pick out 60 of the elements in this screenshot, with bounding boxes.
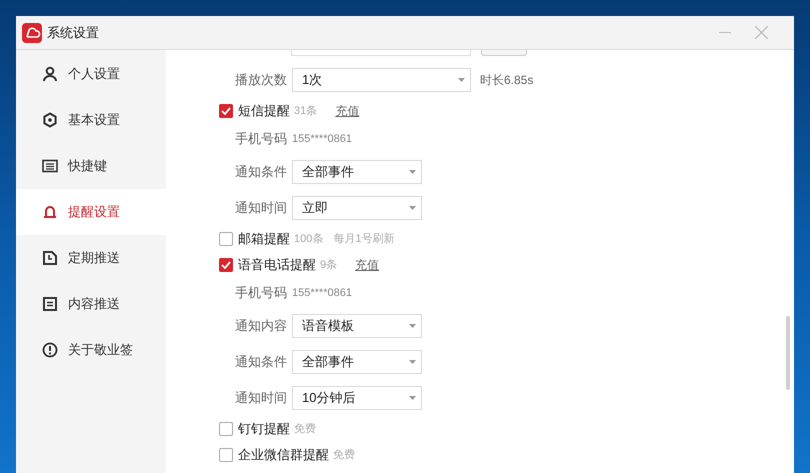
sidebar-item[interactable]: 定期推送 bbox=[16, 235, 166, 281]
bell-icon bbox=[42, 204, 58, 220]
checkbox-label[interactable]: 语音电话提醒 bbox=[238, 255, 316, 275]
dropdown-caret-icon bbox=[409, 360, 416, 364]
dropdown[interactable]: 全部事件 bbox=[292, 350, 422, 374]
quota-text: 31条 bbox=[294, 104, 318, 119]
refresh-note: 每月1号刷新 bbox=[333, 232, 394, 247]
checkbox[interactable] bbox=[219, 448, 233, 462]
dropdown[interactable]: 10分钟后 bbox=[292, 386, 422, 410]
dropdown-caret-icon bbox=[458, 78, 465, 82]
checkbox-label[interactable]: 钉钉提醒 bbox=[238, 419, 290, 439]
sidebar-item[interactable]: 提醒设置 bbox=[16, 189, 166, 235]
scrollbar-thumb[interactable] bbox=[786, 316, 790, 390]
quota-text: 免费 bbox=[333, 448, 355, 463]
field-label: 通知条件 bbox=[234, 353, 288, 372]
phone-number: 155****0861 bbox=[292, 286, 352, 301]
checkbox-label[interactable]: 短信提醒 bbox=[238, 101, 290, 121]
dropdown[interactable]: 1次 bbox=[292, 68, 471, 92]
info-icon bbox=[42, 342, 58, 358]
checkbox-label[interactable]: 邮箱提醒 bbox=[238, 229, 290, 249]
clock-icon bbox=[42, 250, 58, 266]
dropdown[interactable]: 全部事件 bbox=[292, 160, 422, 184]
checkbox[interactable] bbox=[219, 232, 233, 246]
sidebar-item[interactable]: 内容推送 bbox=[16, 281, 166, 327]
quota-text: 免费 bbox=[294, 422, 316, 437]
minimize-icon[interactable] bbox=[719, 32, 731, 34]
dropdown-caret-icon bbox=[409, 324, 416, 328]
app-logo-icon bbox=[22, 22, 42, 42]
checkbox[interactable] bbox=[219, 422, 233, 436]
sidebar-item[interactable]: 基本设置 bbox=[16, 97, 166, 143]
phone-number: 155****0861 bbox=[292, 132, 352, 147]
gear-icon bbox=[42, 112, 58, 128]
checkbox[interactable] bbox=[219, 104, 233, 118]
duration-text: 时长6.85s bbox=[480, 72, 534, 89]
recharge-link[interactable]: 充值 bbox=[335, 102, 360, 120]
quota-text: 9条 bbox=[320, 258, 338, 273]
checkbox-label[interactable]: 企业微信群提醒 bbox=[238, 445, 329, 465]
field-label: 通知时间 bbox=[234, 199, 288, 218]
doc-icon bbox=[42, 296, 58, 312]
field-label: 通知时间 bbox=[234, 389, 288, 408]
quota-text: 100条 bbox=[294, 232, 324, 247]
sidebar-item[interactable]: 个人设置 bbox=[16, 51, 166, 97]
keyboard-icon bbox=[42, 158, 58, 174]
field-label: 手机号码 bbox=[234, 130, 288, 148]
person-icon bbox=[42, 66, 58, 82]
field-label: 播放次数 bbox=[234, 71, 288, 90]
dropdown-caret-icon bbox=[409, 206, 416, 210]
dropdown[interactable]: 立即 bbox=[292, 196, 422, 220]
close-icon[interactable] bbox=[755, 26, 768, 39]
dropdown-caret-icon bbox=[409, 396, 416, 400]
field-label: 通知内容 bbox=[234, 317, 288, 336]
field-label: 通知条件 bbox=[234, 163, 288, 182]
dropdown[interactable]: 语音模板 bbox=[292, 314, 422, 338]
sidebar-item[interactable]: 关于敬业签 bbox=[16, 327, 166, 373]
window-title: 系统设置 bbox=[47, 24, 99, 42]
dropdown-caret-icon bbox=[409, 170, 416, 174]
field-label: 手机号码 bbox=[234, 284, 288, 302]
recharge-link[interactable]: 充值 bbox=[355, 256, 380, 274]
checkbox[interactable] bbox=[219, 258, 233, 272]
sidebar-item[interactable]: 快捷键 bbox=[16, 143, 166, 189]
